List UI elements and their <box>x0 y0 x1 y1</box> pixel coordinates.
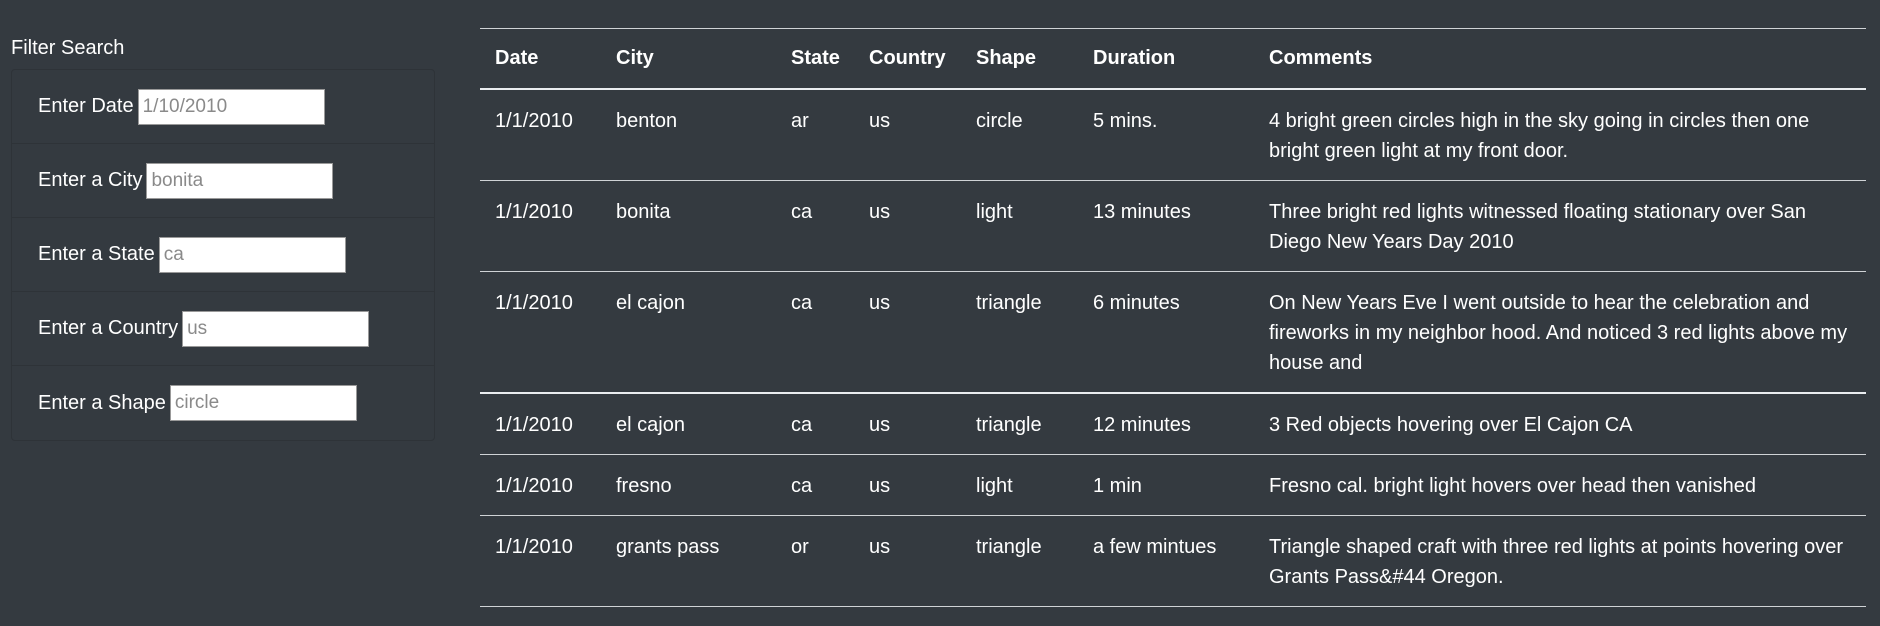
state-input[interactable] <box>158 236 346 273</box>
filter-panel: Filter Search Enter Date Enter a City En… <box>11 36 435 441</box>
ufo-table-container: Date City State Country Shape Duration C… <box>480 28 1866 607</box>
cell-comments: Three bright red lights witnessed floati… <box>1254 180 1866 272</box>
cell-city: benton <box>601 88 776 181</box>
page: Filter Search Enter Date Enter a City En… <box>0 0 1880 626</box>
table-body: 1/1/2010 benton ar us circle 5 mins. 4 b… <box>480 88 1866 607</box>
city-input[interactable] <box>146 162 334 199</box>
column-header-state: State <box>776 28 854 90</box>
cell-state: ca <box>776 454 854 516</box>
table-header-row: Date City State Country Shape Duration C… <box>480 28 1866 90</box>
table-row: 1/1/2010 el cajon ca us triangle 12 minu… <box>480 392 1866 455</box>
column-header-city: City <box>601 28 776 90</box>
cell-date: 1/1/2010 <box>480 271 601 394</box>
cell-comments: 4 bright green circles high in the sky g… <box>1254 88 1866 181</box>
cell-duration: 5 mins. <box>1078 88 1254 181</box>
column-header-duration: Duration <box>1078 28 1254 90</box>
cell-comments: Fresno cal. bright light hovers over hea… <box>1254 454 1866 516</box>
cell-city: bonita <box>601 180 776 272</box>
cell-shape: light <box>961 454 1078 516</box>
table-header: Date City State Country Shape Duration C… <box>480 28 1866 90</box>
cell-state: ar <box>776 88 854 181</box>
cell-shape: triangle <box>961 271 1078 394</box>
table-row: 1/1/2010 bonita ca us light 13 minutes T… <box>480 180 1866 272</box>
filter-list: Enter Date Enter a City Enter a State En… <box>11 69 435 441</box>
cell-state: ca <box>776 392 854 455</box>
cell-country: us <box>854 88 961 181</box>
cell-state: ca <box>776 180 854 272</box>
filter-item-country: Enter a Country <box>12 292 434 366</box>
filter-title: Filter Search <box>11 37 125 59</box>
table-row: 1/1/2010 grants pass or us triangle a fe… <box>480 515 1866 607</box>
table-row: 1/1/2010 benton ar us circle 5 mins. 4 b… <box>480 88 1866 181</box>
cell-date: 1/1/2010 <box>480 454 601 516</box>
cell-date: 1/1/2010 <box>480 392 601 455</box>
column-header-shape: Shape <box>961 28 1078 90</box>
filter-label-shape: Enter a Shape <box>38 391 166 414</box>
cell-country: us <box>854 392 961 455</box>
filter-label-state: Enter a State <box>38 243 155 265</box>
cell-state: or <box>776 515 854 607</box>
cell-date: 1/1/2010 <box>480 180 601 272</box>
filter-item-city: Enter a City <box>12 144 434 218</box>
cell-shape: triangle <box>961 515 1078 607</box>
cell-country: us <box>854 271 961 394</box>
cell-shape: circle <box>961 88 1078 181</box>
cell-city: grants pass <box>601 515 776 607</box>
cell-city: fresno <box>601 454 776 516</box>
cell-date: 1/1/2010 <box>480 515 601 607</box>
ufo-table: Date City State Country Shape Duration C… <box>480 28 1866 607</box>
cell-country: us <box>854 515 961 607</box>
cell-date: 1/1/2010 <box>480 88 601 181</box>
column-header-comments: Comments <box>1254 28 1866 90</box>
column-header-country: Country <box>854 28 961 90</box>
cell-shape: light <box>961 180 1078 272</box>
cell-country: us <box>854 180 961 272</box>
cell-comments: Triangle shaped craft with three red lig… <box>1254 515 1866 607</box>
country-input[interactable] <box>182 310 370 347</box>
table-row: 1/1/2010 fresno ca us light 1 min Fresno… <box>480 454 1866 516</box>
column-header-date: Date <box>480 28 601 90</box>
cell-duration: 1 min <box>1078 454 1254 516</box>
shape-input[interactable] <box>169 385 357 421</box>
filter-item-state: Enter a State <box>12 218 434 292</box>
cell-comments: On New Years Eve I went outside to hear … <box>1254 271 1866 394</box>
cell-city: el cajon <box>601 271 776 394</box>
cell-duration: 12 minutes <box>1078 392 1254 455</box>
cell-comments: 3 Red objects hovering over El Cajon CA <box>1254 392 1866 455</box>
cell-city: el cajon <box>601 392 776 455</box>
filter-label-country: Enter a Country <box>38 317 179 339</box>
cell-shape: triangle <box>961 392 1078 455</box>
filter-item-date: Enter Date <box>12 70 434 144</box>
cell-duration: 6 minutes <box>1078 271 1254 394</box>
filter-label-date: Enter Date <box>38 95 134 117</box>
date-input[interactable] <box>137 88 325 125</box>
table-row: 1/1/2010 el cajon ca us triangle 6 minut… <box>480 271 1866 394</box>
cell-country: us <box>854 454 961 516</box>
filter-label-city: Enter a City <box>38 169 143 191</box>
filter-item-shape: Enter a Shape <box>12 366 434 440</box>
cell-duration: 13 minutes <box>1078 180 1254 272</box>
cell-duration: a few mintues <box>1078 515 1254 607</box>
cell-state: ca <box>776 271 854 394</box>
